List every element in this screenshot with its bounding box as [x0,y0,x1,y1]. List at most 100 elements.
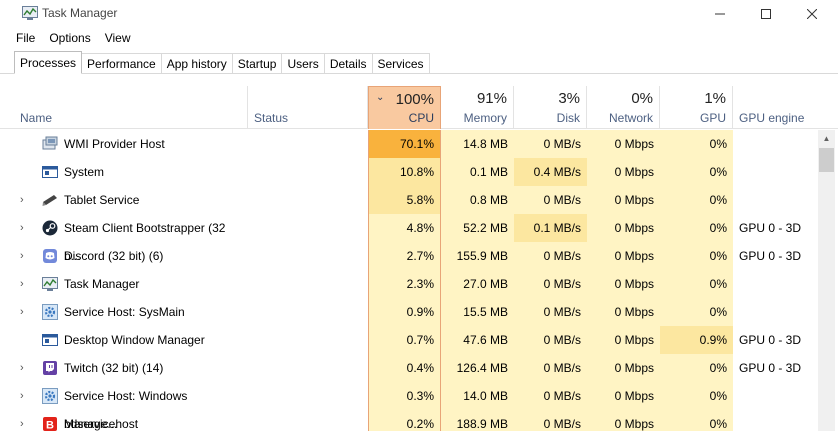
process-cpu: 70.1% [368,130,441,158]
process-cpu: 2.7% [368,242,441,270]
process-status [248,354,368,382]
tab-details[interactable]: Details [324,53,373,74]
process-disk: 0 MB/s [514,186,587,214]
process-disk: 0 MB/s [514,354,587,382]
column-memory-label: Memory [463,111,507,125]
menu-view[interactable]: View [105,31,131,49]
process-status [248,326,368,354]
process-cpu: 2.3% [368,270,441,298]
process-network: 0 Mbps [587,130,660,158]
close-button[interactable] [789,0,835,28]
process-disk: 0 MB/s [514,130,587,158]
process-gpu: 0% [660,186,733,214]
tab-performance[interactable]: Performance [82,53,162,74]
process-disk: 0.1 MB/s [514,214,587,242]
tab-strip: Processes Performance App history Startu… [14,51,430,74]
menu-options[interactable]: Options [49,31,90,49]
table-row[interactable]: › Steam Client Bootstrapper (32 b... 4.8% 5… [0,214,818,263]
scroll-up-icon[interactable]: ▲ [818,130,835,147]
process-network: 0 Mbps [587,242,660,270]
minimize-button[interactable] [697,0,743,28]
process-name: WMI Provider Host [64,137,165,151]
process-gpu-engine: GPU 0 - 3D [739,333,802,347]
table-row[interactable]: › Task Manager 2.3% 27.0 MB 0 MB/s 0 Mbps 0% [0,270,818,298]
process-gpu-engine [733,186,818,214]
process-memory: 52.2 MB [441,214,514,242]
tab-services[interactable]: Services [372,53,430,74]
table-row[interactable]: › Tablet Service 5.8% 0.8 MB 0 MB/s 0 Mbps 0% [0,186,818,214]
table-row[interactable]: › Service Host: Windows Manage... 0.3% 14.0… [0,382,818,431]
process-name: Task Manager [64,277,140,291]
process-disk: 0 MB/s [514,242,587,270]
process-status [248,298,368,326]
memory-total-percent: 91% [476,90,507,107]
process-gpu-engine: GPU 0 - 3D [739,361,802,375]
column-header-status[interactable]: Status [248,86,368,129]
process-list: WMI Provider Host 70.1% 14.8 MB 0 MB/s 0 Mbp… [0,130,818,431]
tab-app-history[interactable]: App history [161,53,233,74]
maximize-button[interactable] [743,0,789,28]
process-memory: 155.9 MB [441,242,514,270]
process-disk: 0 MB/s [514,326,587,354]
column-header-network[interactable]: 0% Network [587,86,660,129]
cpu-total-percent: 100% [395,91,434,108]
scroll-thumb[interactable] [819,148,834,172]
process-name: Discord (32 bit) (6) [64,249,164,263]
process-gpu: 0% [660,298,733,326]
process-status [248,382,368,410]
process-gpu: 0% [660,382,733,410]
process-gpu: 0% [660,354,733,382]
column-header-disk[interactable]: 3% Disk [514,86,587,129]
tab-users[interactable]: Users [282,53,325,74]
gpu-total-percent: 1% [704,90,726,107]
process-gpu-engine: GPU 0 - 3D [739,249,802,263]
menu-file[interactable]: File [16,31,35,49]
table-row[interactable]: System 10.8% 0.1 MB 0.4 MB/s 0 Mbps 0% [0,158,818,186]
network-total-percent: 0% [631,90,653,107]
tab-processes[interactable]: Processes [14,51,83,74]
process-gpu-engine [733,158,818,186]
column-header-cpu[interactable]: ⌄ 100% CPU [368,86,441,129]
process-disk: 0 MB/s [514,298,587,326]
window-title: Task Manager [42,6,118,20]
process-memory: 27.0 MB [441,270,514,298]
process-network: 0 Mbps [587,326,660,354]
process-network: 0 Mbps [587,158,660,186]
process-memory: 126.4 MB [441,354,514,382]
process-gpu-engine: GPU 0 - 3D [739,221,802,235]
process-gpu: 0.9% [660,326,733,354]
menu-bar: File Options View [16,31,145,49]
table-row[interactable]: › Service Host: SysMain 0.9% 15.5 MB 0 MB/s 0… [0,298,818,326]
process-gpu: 0% [660,158,733,186]
table-row[interactable]: › Bbdservicehost 0.2% 188.9 MB 0 MB/s 0 Mbps 0… [0,410,818,431]
process-network: 0 Mbps [587,270,660,298]
table-row[interactable]: Desktop Window Manager 0.7% 47.6 MB 0 MB/s 0… [0,326,818,354]
table-row[interactable]: › Twitch (32 bit) (14) 0.4% 126.4 MB 0 MB/s 0… [0,354,818,382]
column-header-name[interactable]: Name [0,86,248,129]
column-status-label: Status [254,111,289,125]
tab-startup[interactable]: Startup [232,53,283,74]
column-header-row: Name Status ⌄ 100% CPU 91% Memory 3% Dis… [0,86,838,129]
process-memory: 15.5 MB [441,298,514,326]
process-gpu: 0% [660,130,733,158]
table-row[interactable]: WMI Provider Host 70.1% 14.8 MB 0 MB/s 0 Mbp… [0,130,818,158]
process-memory: 0.1 MB [441,158,514,186]
disk-total-percent: 3% [558,90,580,107]
process-memory: 14.0 MB [441,382,514,410]
column-header-gpu-engine[interactable]: GPU engine [733,86,818,129]
title-bar: Task Manager [0,0,838,28]
process-name: bdservicehost [64,417,139,431]
process-disk: 0.4 MB/s [514,158,587,186]
process-gpu-engine [733,130,818,158]
column-disk-label: Disk [556,111,580,125]
process-disk: 0 MB/s [514,382,587,410]
process-gpu: 0% [660,270,733,298]
column-header-memory[interactable]: 91% Memory [441,86,514,129]
process-status [248,186,368,214]
process-disk: 0 MB/s [514,410,587,431]
process-gpu: 0% [660,242,733,270]
process-name: System [64,165,105,179]
table-row[interactable]: › Discord (32 bit) (6) 2.7% 155.9 MB 0 MB/s 0… [0,242,818,270]
column-header-gpu[interactable]: 1% GPU [660,86,733,129]
vertical-scrollbar[interactable]: ▲ [818,130,835,431]
